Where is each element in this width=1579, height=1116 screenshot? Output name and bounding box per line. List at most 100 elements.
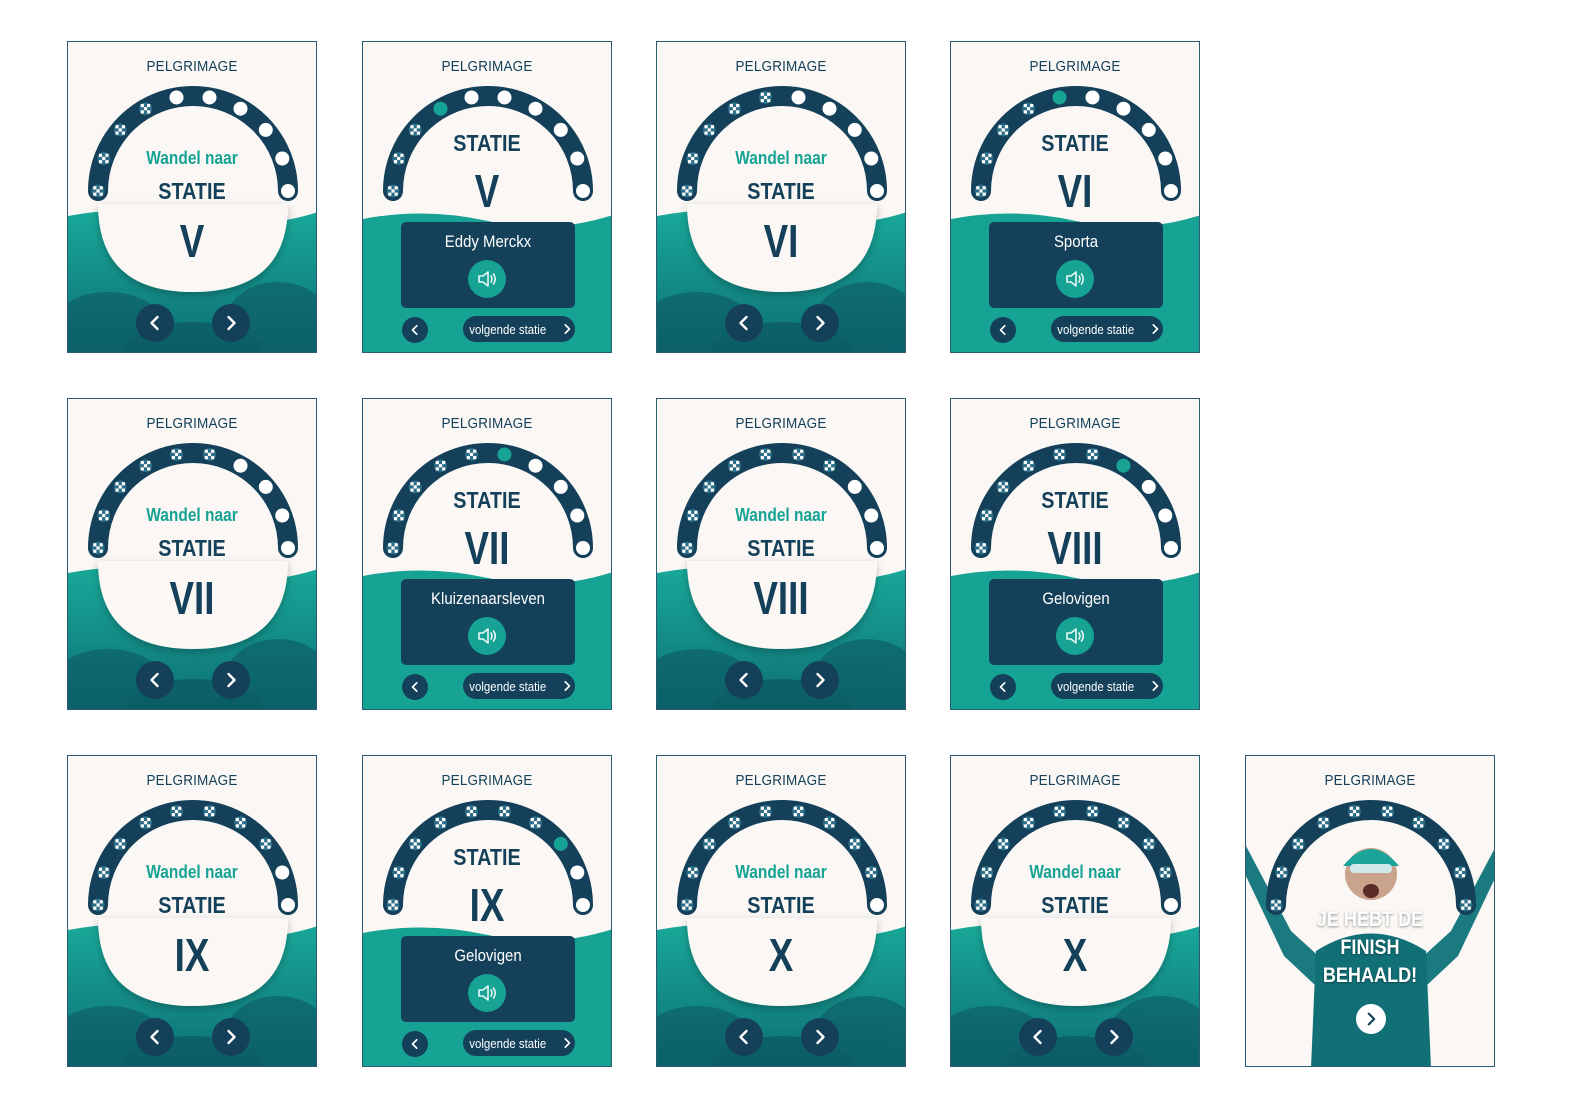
next-button[interactable] bbox=[212, 661, 250, 699]
play-audio-button[interactable] bbox=[1056, 260, 1094, 298]
chevron-right-icon bbox=[816, 672, 825, 688]
station-dot bbox=[464, 90, 479, 105]
next-station-button[interactable]: volgende statie bbox=[463, 316, 575, 342]
chevron-right-icon bbox=[816, 1029, 825, 1045]
checkered-flag-icon bbox=[1085, 447, 1099, 461]
checkered-flag-icon bbox=[759, 90, 773, 104]
previous-button[interactable] bbox=[136, 661, 174, 699]
checkered-flag-icon bbox=[848, 837, 862, 851]
next-station-label: volgende statie bbox=[1057, 321, 1135, 337]
walk-to-label: Wandel naar bbox=[146, 862, 238, 882]
station-title: Gelovigen bbox=[1042, 589, 1110, 608]
phone-screen-card: PELGRIMAGE JE HEBT DE FINISH BEHAALD! bbox=[1245, 755, 1495, 1067]
current-station-dot bbox=[1052, 90, 1067, 105]
next-button[interactable] bbox=[801, 304, 839, 342]
play-audio-button[interactable] bbox=[468, 617, 506, 655]
checkered-flag-icon bbox=[728, 102, 741, 116]
chevron-right-icon bbox=[227, 672, 236, 688]
station-info-panel: Gelovigen bbox=[989, 579, 1163, 665]
station-dot bbox=[847, 479, 862, 494]
checkered-flag-icon bbox=[465, 804, 479, 818]
station-dot bbox=[233, 101, 248, 116]
app-brand-title: PELGRIMAGE bbox=[735, 58, 827, 75]
checkered-flag-icon bbox=[434, 459, 447, 473]
phone-screen-card: PELGRIMAGE Wandel naar STATIE X bbox=[656, 755, 906, 1067]
finish-message-line: FINISH bbox=[1340, 936, 1400, 959]
checkered-flag-icon bbox=[702, 123, 716, 137]
station-numeral: VIII bbox=[753, 572, 809, 624]
station-dot bbox=[497, 90, 512, 105]
statie-label: STATIE bbox=[453, 844, 521, 870]
previous-button[interactable] bbox=[1019, 1018, 1057, 1056]
next-station-label: volgende statie bbox=[469, 1035, 547, 1051]
next-station-button[interactable]: volgende statie bbox=[1051, 673, 1163, 699]
next-station-button[interactable]: volgende statie bbox=[463, 673, 575, 699]
phone-screen-card: PELGRIMAGE STATIE V Eddy Merckx volgende sta… bbox=[362, 41, 612, 353]
play-audio-button[interactable] bbox=[468, 260, 506, 298]
previous-button[interactable] bbox=[725, 661, 763, 699]
next-station-button[interactable]: volgende statie bbox=[463, 1030, 575, 1056]
speaker-icon bbox=[1066, 628, 1085, 644]
previous-button[interactable] bbox=[990, 674, 1016, 700]
previous-button[interactable] bbox=[402, 317, 428, 343]
current-station-dot bbox=[497, 447, 512, 462]
checkered-flag-icon bbox=[139, 816, 152, 830]
station-dot bbox=[822, 101, 837, 116]
previous-button[interactable] bbox=[136, 304, 174, 342]
station-dot bbox=[169, 90, 184, 105]
checkered-flag-icon bbox=[996, 837, 1010, 851]
checkered-flag-icon bbox=[529, 816, 542, 830]
station-dot bbox=[791, 90, 806, 105]
previous-button[interactable] bbox=[725, 304, 763, 342]
station-info-panel: Sporta bbox=[989, 222, 1163, 308]
station-title: Kluizenaarsleven bbox=[431, 589, 545, 608]
play-audio-button[interactable] bbox=[468, 974, 506, 1012]
phone-screen-card: PELGRIMAGE STATIE VI Sporta volgende statie bbox=[950, 41, 1200, 353]
next-station-button[interactable]: volgende statie bbox=[1051, 316, 1163, 342]
next-button[interactable] bbox=[212, 304, 250, 342]
statie-label: STATIE bbox=[453, 130, 521, 156]
next-button[interactable] bbox=[801, 661, 839, 699]
checkered-flag-icon bbox=[1380, 804, 1394, 818]
previous-button[interactable] bbox=[402, 674, 428, 700]
station-dot bbox=[847, 122, 862, 137]
app-brand-title: PELGRIMAGE bbox=[441, 772, 533, 789]
next-button[interactable] bbox=[801, 1018, 839, 1056]
chevron-left-icon bbox=[739, 672, 748, 688]
next-button[interactable] bbox=[1095, 1018, 1133, 1056]
checkered-flag-icon bbox=[759, 447, 773, 461]
checkered-flag-icon bbox=[1348, 804, 1362, 818]
app-brand-title: PELGRIMAGE bbox=[1029, 58, 1121, 75]
speaker-icon bbox=[478, 985, 497, 1001]
walk-to-label: Wandel naar bbox=[1029, 862, 1121, 882]
checkered-flag-icon bbox=[1022, 816, 1035, 830]
station-numeral: VI bbox=[763, 215, 799, 267]
app-brand-title: PELGRIMAGE bbox=[146, 58, 238, 75]
station-dot bbox=[528, 458, 543, 473]
statie-label: STATIE bbox=[453, 487, 521, 513]
checkered-flag-icon bbox=[1412, 816, 1425, 830]
checkered-flag-icon bbox=[139, 102, 152, 116]
previous-button[interactable] bbox=[136, 1018, 174, 1056]
statie-label: STATIE bbox=[747, 892, 815, 918]
checkered-flag-icon bbox=[202, 447, 216, 461]
continue-button[interactable] bbox=[1356, 1004, 1386, 1034]
station-numeral: V bbox=[179, 215, 205, 267]
station-numeral: X bbox=[1062, 929, 1088, 981]
chevron-left-icon bbox=[411, 681, 418, 693]
checkered-flag-icon bbox=[1053, 804, 1067, 818]
next-button[interactable] bbox=[212, 1018, 250, 1056]
app-brand-title: PELGRIMAGE bbox=[146, 772, 238, 789]
checkered-flag-icon bbox=[1275, 866, 1289, 880]
next-station-label: volgende statie bbox=[469, 678, 547, 694]
previous-button[interactable] bbox=[990, 317, 1016, 343]
station-numeral: X bbox=[768, 929, 794, 981]
phone-screen-card: PELGRIMAGE STATIE IX Gelovigen volgende stat… bbox=[362, 755, 612, 1067]
station-numeral: VII bbox=[464, 522, 510, 574]
play-audio-button[interactable] bbox=[1056, 617, 1094, 655]
previous-button[interactable] bbox=[725, 1018, 763, 1056]
chevron-right-icon bbox=[564, 323, 571, 335]
previous-button[interactable] bbox=[402, 1031, 428, 1057]
statie-label: STATIE bbox=[1041, 130, 1109, 156]
app-brand-title: PELGRIMAGE bbox=[1029, 772, 1121, 789]
